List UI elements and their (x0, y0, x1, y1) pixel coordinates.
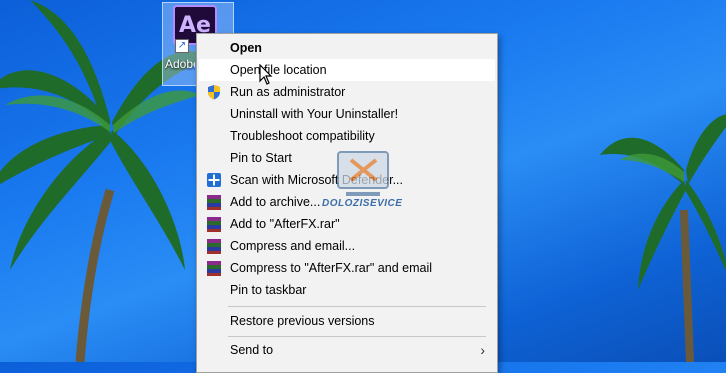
chevron-right-icon: › (480, 342, 485, 358)
menu-item-restore-previous-versions[interactable]: Restore previous versions (199, 310, 495, 332)
menu-separator (228, 336, 486, 337)
menu-item-send-to[interactable]: Send to › (199, 339, 495, 361)
menu-item-open-file-location[interactable]: Open file location (199, 59, 495, 81)
desktop-icon-label: Adobe After Effects (165, 57, 195, 71)
menu-item-uninstall[interactable]: Uninstall with Your Uninstaller! (199, 103, 495, 125)
winrar-icon (206, 238, 222, 254)
menu-item-label: Send to (230, 343, 274, 357)
menu-item-label: Open file location (230, 63, 327, 77)
menu-item-label: Pin to Start (230, 151, 292, 165)
menu-item-label: Troubleshoot compatibility (230, 129, 375, 143)
menu-item-add-to-afterfx-rar[interactable]: Add to "AfterFX.rar" (199, 213, 495, 235)
menu-item-compress-to-rar-and-email[interactable]: Compress to "AfterFX.rar" and email (199, 257, 495, 279)
menu-item-label: Open (230, 41, 262, 55)
menu-item-label: Compress and email... (230, 239, 356, 253)
shortcut-arrow-icon: ↗ (175, 39, 189, 53)
uac-shield-icon (208, 85, 220, 100)
winrar-icon (206, 216, 222, 232)
menu-item-label: Uninstall with Your Uninstaller! (230, 107, 399, 121)
menu-item-label: Restore previous versions (230, 314, 375, 328)
menu-item-compress-and-email[interactable]: Compress and email... (199, 235, 495, 257)
palm-tree-right-decoration (600, 114, 726, 362)
menu-item-label: Run as administrator (230, 85, 346, 99)
winrar-icon (206, 194, 222, 210)
menu-item-label: Add to "AfterFX.rar" (230, 217, 340, 231)
winrar-icon (206, 260, 222, 276)
menu-item-troubleshoot-compatibility[interactable]: Troubleshoot compatibility (199, 125, 495, 147)
menu-item-open[interactable]: Open (199, 37, 495, 59)
defender-icon (207, 173, 221, 187)
menu-separator (228, 306, 486, 307)
mouse-cursor-icon (259, 64, 273, 85)
menu-item-label: Compress to "AfterFX.rar" and email (230, 261, 432, 275)
menu-item-pin-to-taskbar[interactable]: Pin to taskbar (199, 279, 495, 301)
menu-item-label: Add to archive... (230, 195, 321, 209)
menu-item-label: Pin to taskbar (230, 283, 307, 297)
watermark-text: DOLOZISEVICE (322, 198, 403, 209)
menu-item-run-as-administrator[interactable]: Run as administrator (199, 81, 495, 103)
